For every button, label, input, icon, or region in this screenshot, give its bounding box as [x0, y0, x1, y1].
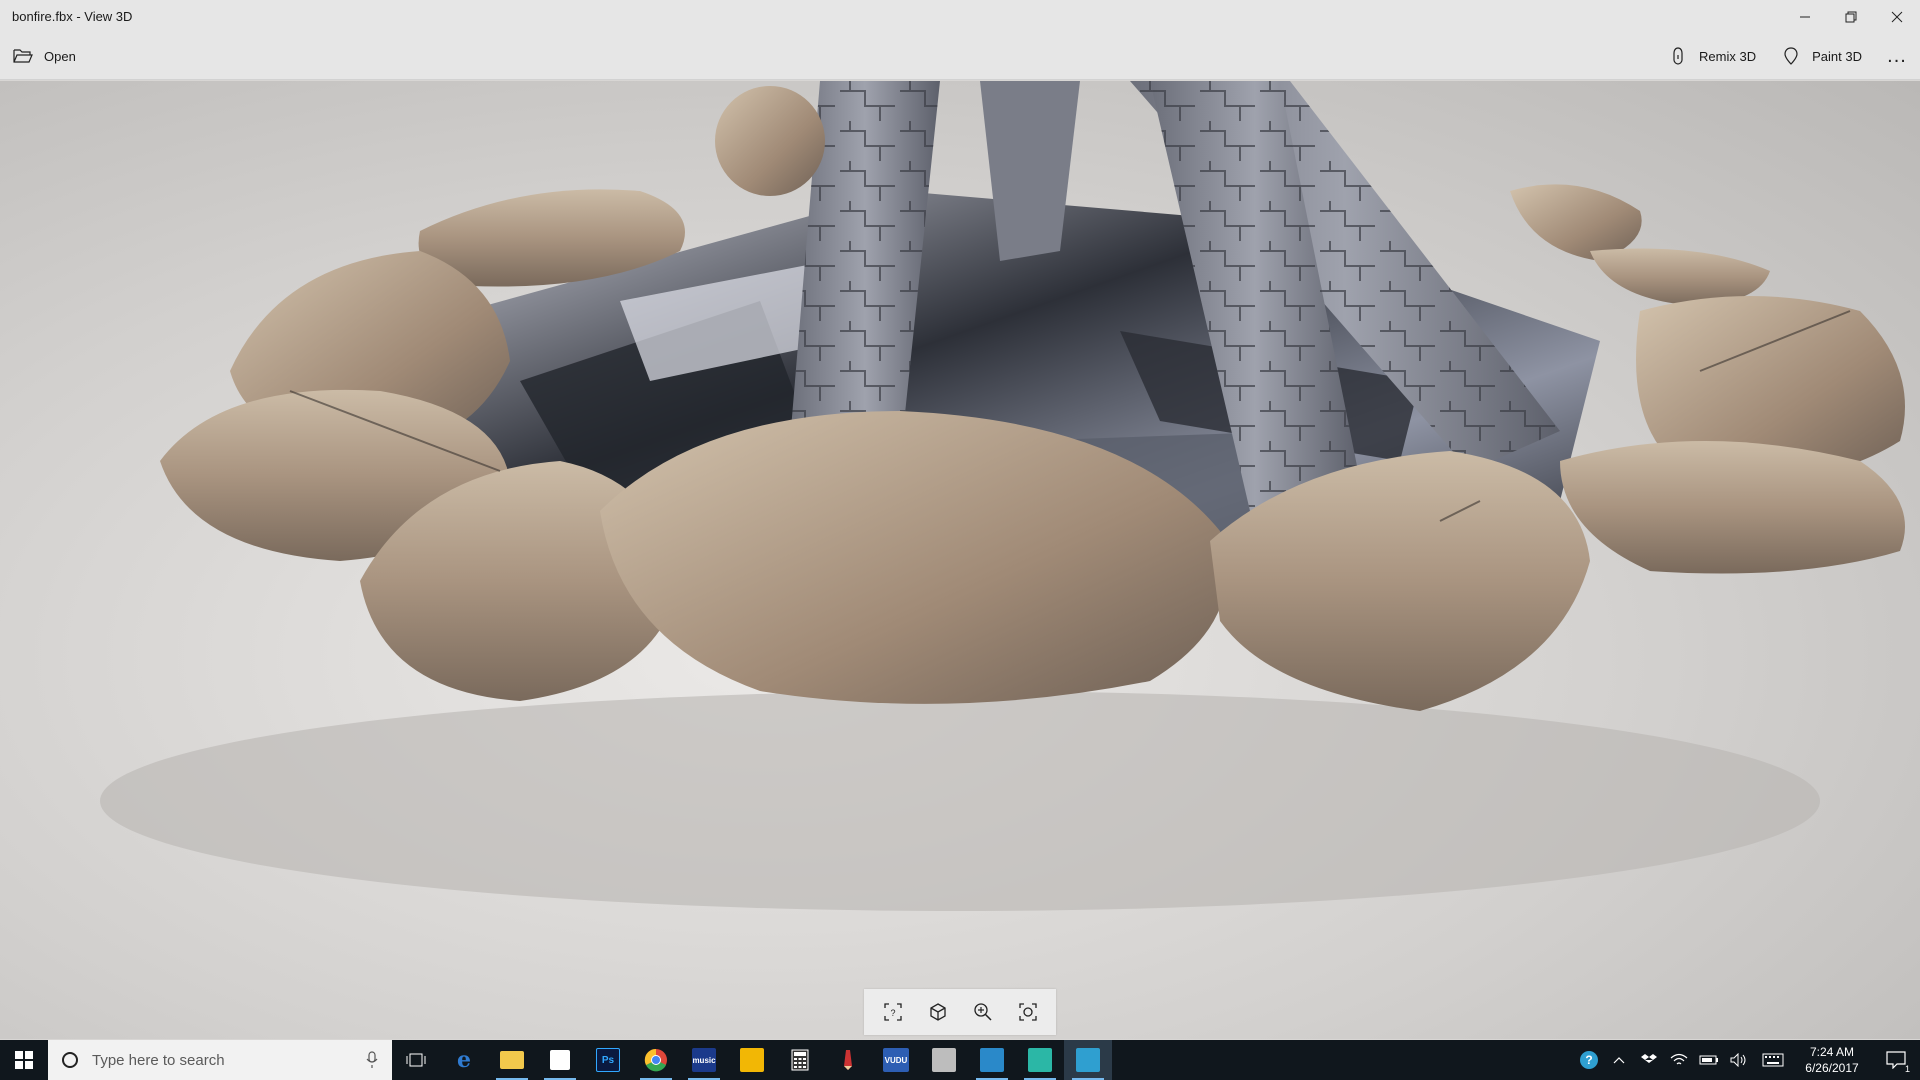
remix-3d-button[interactable]: Remix 3D: [1655, 33, 1768, 80]
notepad-icon: [932, 1048, 956, 1072]
3d-view-button[interactable]: [918, 992, 958, 1032]
show-hidden-icons-button[interactable]: [1604, 1040, 1634, 1080]
dropbox-icon: [1641, 1054, 1657, 1066]
paint-3d-icon: [1784, 47, 1798, 65]
title-bar: bonfire.fbx - View 3D: [0, 0, 1920, 33]
minimize-button[interactable]: [1782, 0, 1828, 33]
cortana-icon: [62, 1052, 78, 1068]
chrome-icon: [644, 1048, 667, 1072]
app-blue-button[interactable]: [968, 1040, 1016, 1080]
view-toolbar: ?: [864, 989, 1056, 1035]
view-3d-taskbar-button[interactable]: [1064, 1040, 1112, 1080]
fit-to-view-button[interactable]: ?: [873, 992, 913, 1032]
network-button[interactable]: [1664, 1040, 1694, 1080]
command-bar: Open Remix 3D Paint 3D ...: [0, 33, 1920, 80]
battery-button[interactable]: [1694, 1040, 1724, 1080]
close-button[interactable]: [1874, 0, 1920, 33]
remix-3d-label: Remix 3D: [1699, 48, 1757, 64]
action-center-button[interactable]: 1: [1872, 1040, 1920, 1080]
restore-icon: [1845, 11, 1857, 22]
clock-time: 7:24 AM: [1809, 1045, 1855, 1059]
photoshop-icon: Ps: [596, 1048, 620, 1072]
zoom-button[interactable]: [963, 992, 1003, 1032]
sticky-notes-icon: [740, 1048, 764, 1072]
chevron-up-icon: [1613, 1057, 1625, 1064]
mixed-reality-icon: [1028, 1048, 1052, 1072]
notification-count: 1: [1904, 1064, 1910, 1074]
clock-date: 6/26/2017: [1805, 1061, 1859, 1075]
notification-icon: [1886, 1051, 1906, 1069]
open-button[interactable]: Open: [0, 33, 88, 80]
windows-logo-icon: [15, 1051, 33, 1069]
file-explorer-button[interactable]: [488, 1040, 536, 1080]
task-view-button[interactable]: [392, 1040, 440, 1080]
help-button[interactable]: ?: [1574, 1040, 1604, 1080]
pencil-icon: [844, 1050, 852, 1070]
mixed-reality-button[interactable]: [1016, 1040, 1064, 1080]
calculator-button[interactable]: [776, 1040, 824, 1080]
taskbar: Type here to search e Ps music VUDU ? 7:…: [0, 1040, 1920, 1080]
speaker-icon: [1730, 1053, 1746, 1067]
vudu-icon: VUDU: [883, 1048, 909, 1072]
more-options-button[interactable]: ...: [1874, 33, 1920, 80]
paint-button[interactable]: [824, 1040, 872, 1080]
paint-3d-button[interactable]: Paint 3D: [1768, 33, 1874, 80]
wifi-icon: [1670, 1053, 1688, 1065]
vudu-button[interactable]: VUDU: [872, 1040, 920, 1080]
start-button[interactable]: [0, 1040, 48, 1080]
window-app-icon: [980, 1048, 1004, 1072]
chrome-button[interactable]: [632, 1040, 680, 1080]
capture-button[interactable]: [1008, 992, 1048, 1032]
open-label: Open: [44, 48, 76, 64]
3d-cube-icon: [929, 1003, 946, 1021]
minimize-icon: [1800, 16, 1810, 17]
bonfire-model: [100, 81, 1905, 911]
sticky-notes-button[interactable]: [728, 1040, 776, 1080]
notepad-button[interactable]: [920, 1040, 968, 1080]
search-box[interactable]: Type here to search: [48, 1040, 392, 1080]
amazon-music-icon: music: [692, 1048, 716, 1072]
3d-viewport[interactable]: ?: [0, 81, 1920, 1039]
svg-text:?: ?: [890, 1008, 895, 1018]
svg-text:?: ?: [1585, 1053, 1592, 1067]
calculator-icon: [791, 1049, 809, 1071]
photoshop-button[interactable]: Ps: [584, 1040, 632, 1080]
clock[interactable]: 7:24 AM 6/26/2017: [1792, 1044, 1872, 1076]
restore-button[interactable]: [1828, 0, 1874, 33]
help-icon: ?: [1580, 1051, 1598, 1069]
task-view-icon: [406, 1053, 426, 1067]
close-icon: [1891, 11, 1903, 22]
capture-icon: [1018, 1003, 1037, 1021]
folder-icon: [500, 1051, 524, 1069]
remix-3d-icon: [1673, 47, 1683, 65]
edge-icon: e: [457, 1047, 471, 1073]
search-placeholder: Type here to search: [92, 1051, 225, 1069]
view-3d-icon: [1076, 1048, 1100, 1072]
battery-icon: [1699, 1055, 1718, 1065]
store-button[interactable]: [536, 1040, 584, 1080]
keyboard-icon: [1762, 1053, 1784, 1067]
zoom-icon: [973, 1003, 992, 1021]
system-tray: ? 7:24 AM 6/26/2017 1: [1574, 1040, 1920, 1080]
dropbox-button[interactable]: [1634, 1040, 1664, 1080]
volume-button[interactable]: [1724, 1040, 1754, 1080]
store-icon: [550, 1050, 570, 1070]
edge-button[interactable]: e: [440, 1040, 488, 1080]
paint-3d-label: Paint 3D: [1812, 48, 1862, 64]
amazon-music-button[interactable]: music: [680, 1040, 728, 1080]
microphone-icon[interactable]: [366, 1051, 378, 1069]
touch-keyboard-button[interactable]: [1754, 1040, 1792, 1080]
folder-open-icon: [13, 49, 33, 63]
window-title: bonfire.fbx - View 3D: [12, 9, 133, 24]
fit-to-view-icon: ?: [883, 1003, 902, 1021]
